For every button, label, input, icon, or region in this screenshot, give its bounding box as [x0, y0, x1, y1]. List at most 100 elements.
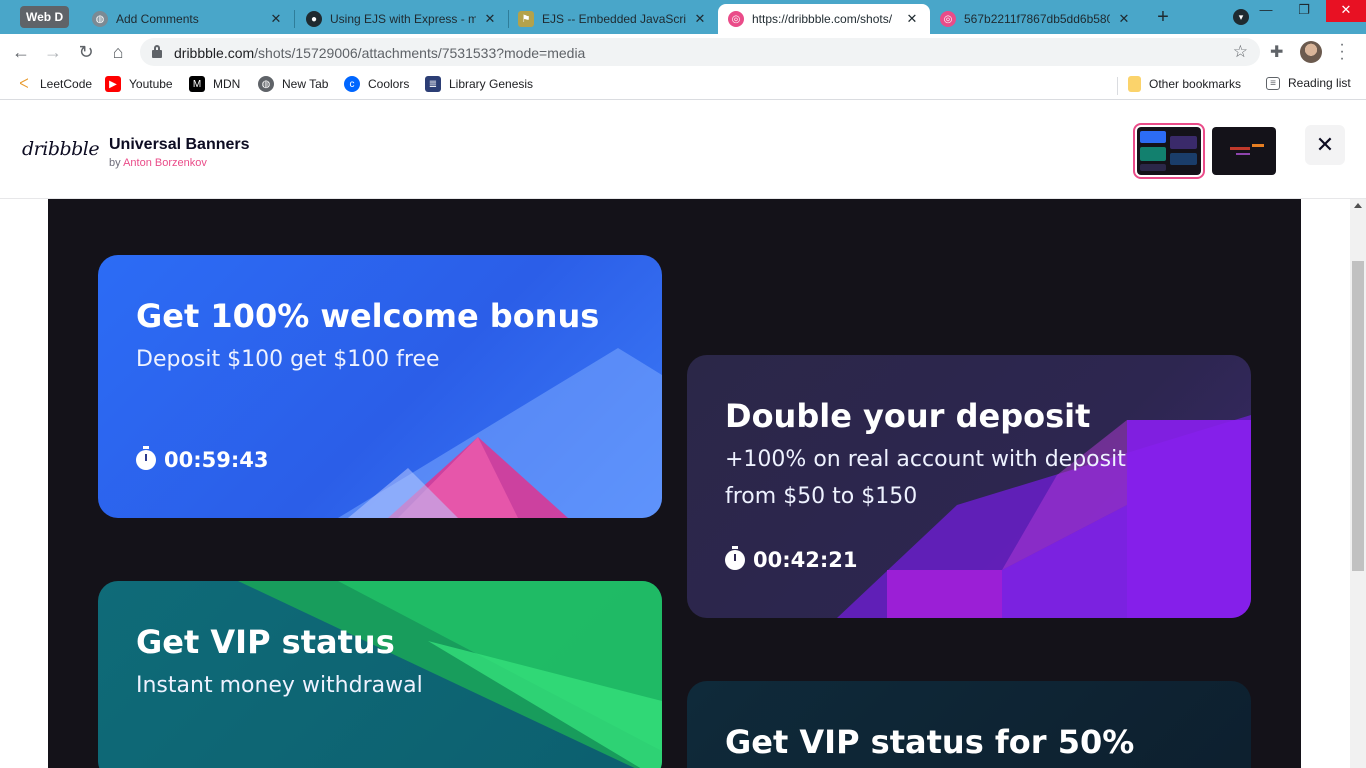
shot-media-viewer: Get 100% welcome bonus Deposit $100 get … [0, 199, 1350, 768]
mdn-icon: M [189, 76, 205, 92]
bookmark-youtube[interactable]: ▶ Youtube [105, 76, 173, 92]
bookmark-label: Coolors [368, 77, 410, 91]
by-prefix: by [109, 157, 121, 169]
close-tab-icon[interactable]: ✕ [482, 11, 498, 27]
leetcode-icon: ᐸ [19, 76, 29, 91]
globe-icon: ◍ [92, 11, 108, 27]
banner-title: Get VIP status for 50% [725, 723, 1135, 761]
bookmark-label: Library Genesis [449, 77, 534, 91]
globe-icon: ◍ [258, 76, 274, 92]
bookmarks-bar: ᐸ LeetCode ▶ Youtube M MDN ◍ New Tab c C… [0, 70, 1366, 100]
timer-value: 00:42:21 [753, 548, 858, 572]
reload-button[interactable]: ↻ [75, 41, 97, 63]
stopwatch-icon [725, 546, 745, 570]
browser-menu-icon[interactable]: · · · [1336, 37, 1348, 67]
forward-button[interactable]: → [42, 41, 64, 63]
bookmark-label: Youtube [129, 77, 173, 91]
tab-title: https://dribbble.com/shots/ [752, 12, 893, 26]
tab-divider [294, 10, 295, 28]
countdown-timer: 00:42:21 [725, 546, 858, 572]
banner-subtitle-line-2: from $50 to $150 [725, 484, 918, 509]
extensions-icon[interactable]: ✚ [1270, 42, 1283, 62]
bookmark-label: New Tab [282, 77, 329, 91]
bookmark-new-tab[interactable]: ◍ New Tab [258, 76, 328, 92]
bookmark-mdn[interactable]: M MDN [189, 76, 240, 92]
shot-author-line: by Anton Borzenkov [109, 157, 207, 169]
page-scrollbar[interactable] [1350, 199, 1366, 768]
close-tab-icon[interactable]: ✕ [1116, 11, 1132, 27]
bookmarks-divider [1117, 77, 1118, 95]
browser-toolbar: ← → ↻ ⌂ dribbble.com/shots/15729006/atta… [0, 34, 1366, 70]
profile-avatar[interactable] [1300, 41, 1322, 63]
url-text[interactable]: dribbble.com/shots/15729006/attachments/… [174, 45, 585, 61]
bookmark-leetcode[interactable]: ᐸ LeetCode [16, 76, 92, 92]
bookmark-coolors[interactable]: c Coolors [344, 76, 409, 92]
folder-icon [1128, 76, 1141, 92]
tab-strip: Web D ◍ Add Comments ✕ ● Using EJS with … [0, 0, 1366, 34]
bookmark-label: LeetCode [40, 77, 93, 91]
thumbnail-preview [1230, 144, 1264, 155]
dribbble-logo[interactable]: dribbble [22, 138, 100, 160]
shot-image: Get 100% welcome bonus Deposit $100 get … [48, 199, 1301, 768]
ejs-icon: ⚑ [518, 11, 534, 27]
banner-title: Get 100% welcome bonus [136, 297, 600, 335]
banner-vip-discount: Get VIP status for 50% [687, 681, 1251, 768]
bookmark-library-genesis[interactable]: ≣ Library Genesis [425, 76, 533, 92]
github-icon: ● [306, 11, 322, 27]
tab-group-chip[interactable]: Web D [20, 6, 70, 28]
close-tab-icon[interactable]: ✕ [268, 11, 284, 27]
lock-icon[interactable] [152, 45, 162, 58]
dribbble-icon: ◎ [728, 11, 744, 27]
address-bar[interactable]: dribbble.com/shots/15729006/attachments/… [140, 38, 1260, 66]
close-tab-icon[interactable]: ✕ [692, 11, 708, 27]
banner-vip-status: Get VIP status Instant money withdrawal [98, 581, 662, 768]
tab-dribbble-image[interactable]: ◎ 567b2211f7867db5dd6b580 ✕ [930, 4, 1142, 34]
banner-subtitle-line-1: +100% on real account with deposit [725, 447, 1126, 472]
close-window-button[interactable]: ✕ [1326, 0, 1366, 22]
dribbble-header: dribbble Universal Banners by Anton Borz… [0, 103, 1366, 199]
library-icon: ≣ [425, 76, 441, 92]
other-bookmarks[interactable]: Other bookmarks [1128, 76, 1241, 92]
close-shot-button[interactable]: ✕ [1305, 125, 1345, 165]
stopwatch-icon [136, 446, 156, 470]
banner-welcome-bonus: Get 100% welcome bonus Deposit $100 get … [98, 255, 662, 518]
tab-title: Add Comments [116, 12, 199, 26]
attachment-thumbnail-2[interactable] [1212, 127, 1276, 175]
reading-list[interactable]: ≡ Reading list [1266, 76, 1351, 90]
reading-list-label: Reading list [1288, 76, 1351, 90]
minimize-button[interactable]: — [1246, 0, 1286, 22]
banner-decoration [338, 348, 662, 518]
banner-title: Double your deposit [725, 397, 1091, 435]
scroll-up-arrow-icon[interactable] [1354, 203, 1362, 208]
author-link[interactable]: Anton Borzenkov [123, 157, 207, 169]
restore-button[interactable]: ❐ [1284, 0, 1324, 22]
tab-title: EJS -- Embedded JavaScript [542, 12, 686, 26]
banner-title: Get VIP status [136, 623, 395, 661]
timer-value: 00:59:43 [164, 448, 269, 472]
shot-title: Universal Banners [109, 136, 250, 153]
bookmark-star-icon[interactable]: ☆ [1233, 42, 1248, 62]
coolors-icon: c [344, 76, 360, 92]
banner-double-deposit: Double your deposit +100% on real accoun… [687, 355, 1251, 618]
back-button[interactable]: ← [10, 41, 32, 63]
scroll-thumb[interactable] [1352, 261, 1364, 571]
dribbble-icon: ◎ [940, 11, 956, 27]
close-tab-icon[interactable]: ✕ [904, 11, 920, 27]
tab-ejs-express[interactable]: ● Using EJS with Express - md ✕ [296, 4, 508, 34]
thumbnail-preview [1140, 131, 1197, 171]
tab-title: Using EJS with Express - md [330, 12, 476, 26]
reading-list-icon: ≡ [1266, 76, 1280, 90]
banner-subtitle: Instant money withdrawal [136, 673, 423, 698]
tab-dribbble-active[interactable]: ◎ https://dribbble.com/shots/ ✕ [718, 4, 930, 34]
banner-subtitle: Deposit $100 get $100 free [136, 347, 440, 372]
new-tab-button[interactable]: + [1153, 7, 1173, 27]
youtube-icon: ▶ [105, 76, 121, 92]
tab-title: 567b2211f7867db5dd6b580 [964, 12, 1110, 26]
other-bookmarks-label: Other bookmarks [1149, 77, 1242, 91]
countdown-timer: 00:59:43 [136, 446, 269, 472]
tab-ejs[interactable]: ⚑ EJS -- Embedded JavaScript ✕ [508, 4, 718, 34]
bookmark-label: MDN [213, 77, 241, 91]
tab-add-comments[interactable]: ◍ Add Comments ✕ [82, 4, 294, 34]
home-button[interactable]: ⌂ [107, 41, 129, 63]
attachment-thumbnail-1[interactable] [1133, 123, 1205, 179]
